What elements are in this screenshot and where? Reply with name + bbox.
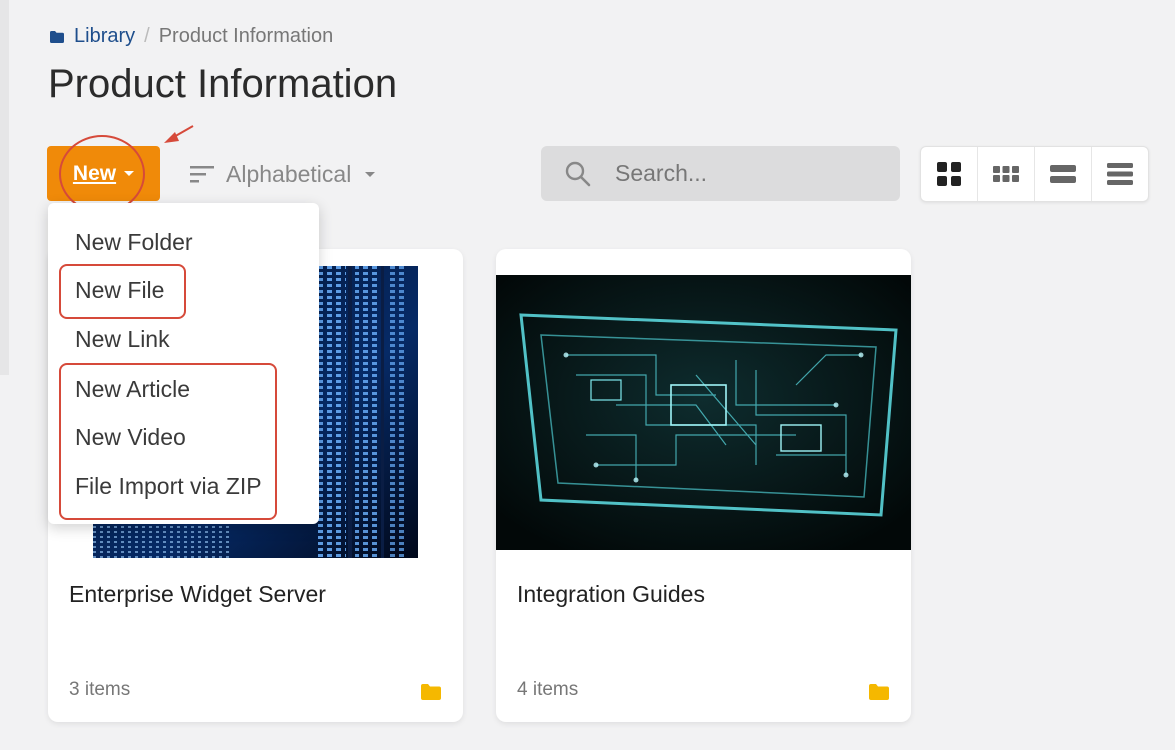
sort-dropdown[interactable]: Alphabetical (190, 155, 376, 193)
menu-item-new-link[interactable]: New Link (75, 326, 170, 353)
page-title: Product Information (48, 62, 398, 106)
card-item-count: 4 items (517, 679, 579, 700)
compact-list-icon (1107, 163, 1133, 185)
list-icon (1050, 165, 1076, 183)
new-button-label: New (72, 161, 117, 185)
breadcrumb-current: Product Information (158, 25, 334, 47)
folder-icon (50, 30, 64, 43)
new-button[interactable]: New (47, 146, 160, 201)
folder-card[interactable]: Integration Guides 4 items (496, 249, 911, 722)
view-small-grid-button[interactable] (978, 147, 1035, 201)
search-box[interactable] (541, 146, 900, 201)
caret-down-icon (124, 171, 135, 176)
search-input[interactable] (613, 159, 857, 188)
view-compact-list-button[interactable] (1092, 147, 1148, 201)
menu-item-new-folder[interactable]: New Folder (75, 229, 193, 256)
menu-item-new-file[interactable]: New File (75, 277, 164, 304)
circuit-board-thumbnail-image (496, 275, 911, 550)
view-large-grid-button[interactable] (921, 147, 978, 201)
card-item-count: 3 items (69, 679, 131, 700)
sort-icon (190, 166, 214, 183)
breadcrumb: Library / Product Information (50, 25, 333, 48)
view-mode-toggle (920, 146, 1149, 202)
folder-icon (869, 684, 889, 700)
grid-large-icon (937, 162, 961, 186)
menu-item-new-video[interactable]: New Video (75, 424, 186, 451)
view-list-button[interactable] (1035, 147, 1092, 201)
menu-item-new-article[interactable]: New Article (75, 376, 190, 403)
annotation-arrow (164, 125, 194, 143)
card-title: Integration Guides (517, 581, 705, 607)
menu-item-file-import-zip[interactable]: File Import via ZIP (75, 473, 262, 500)
breadcrumb-separator: / (144, 25, 150, 47)
sort-label: Alphabetical (226, 160, 352, 187)
breadcrumb-library-link[interactable]: Library (74, 25, 135, 48)
card-title: Enterprise Widget Server (69, 581, 326, 607)
search-icon (565, 161, 591, 186)
folder-icon (421, 684, 441, 700)
grid-small-icon (993, 166, 1019, 182)
caret-down-icon (365, 171, 376, 177)
new-menu: New Folder New File New Link New Article… (48, 203, 319, 524)
side-panel-edge (0, 0, 9, 375)
